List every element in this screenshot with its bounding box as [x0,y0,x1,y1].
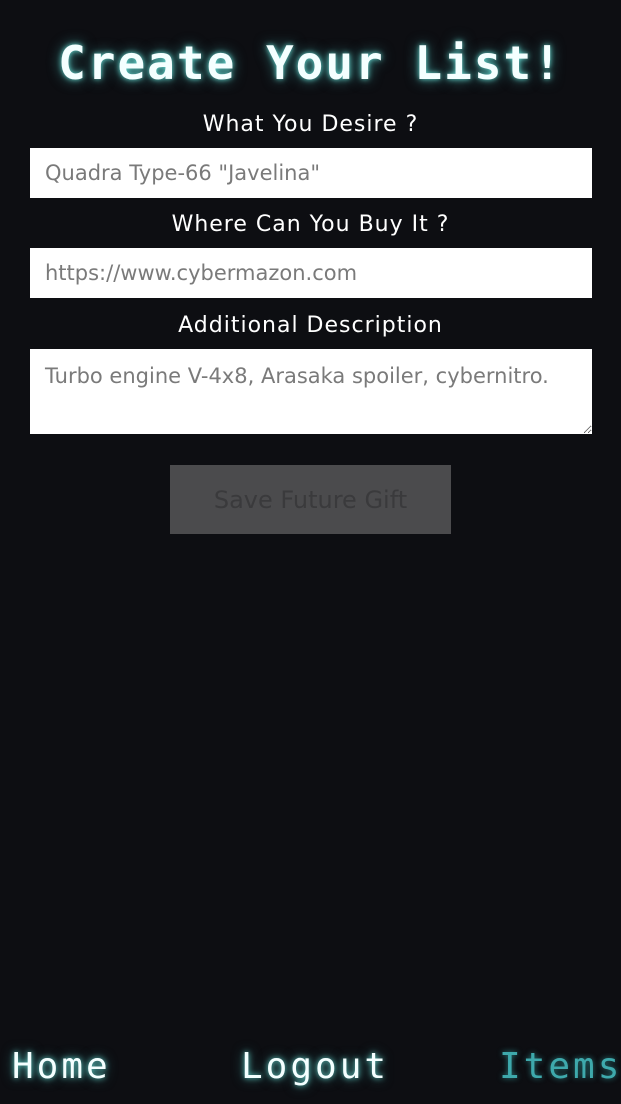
nav-home[interactable]: Home [12,1046,111,1087]
page-title: Create Your List! [58,36,563,90]
save-future-gift-button[interactable]: Save Future Gift [170,465,451,534]
description-textarea[interactable] [30,349,592,434]
where-input[interactable] [30,248,592,298]
desire-label: What You Desire ? [202,112,419,137]
desire-input[interactable] [30,148,592,198]
description-label: Additional Description [178,313,443,338]
where-label: Where Can You Buy It ? [171,212,450,237]
nav-logout[interactable]: Logout [241,1046,389,1087]
nav-items[interactable]: Items [499,1046,621,1087]
